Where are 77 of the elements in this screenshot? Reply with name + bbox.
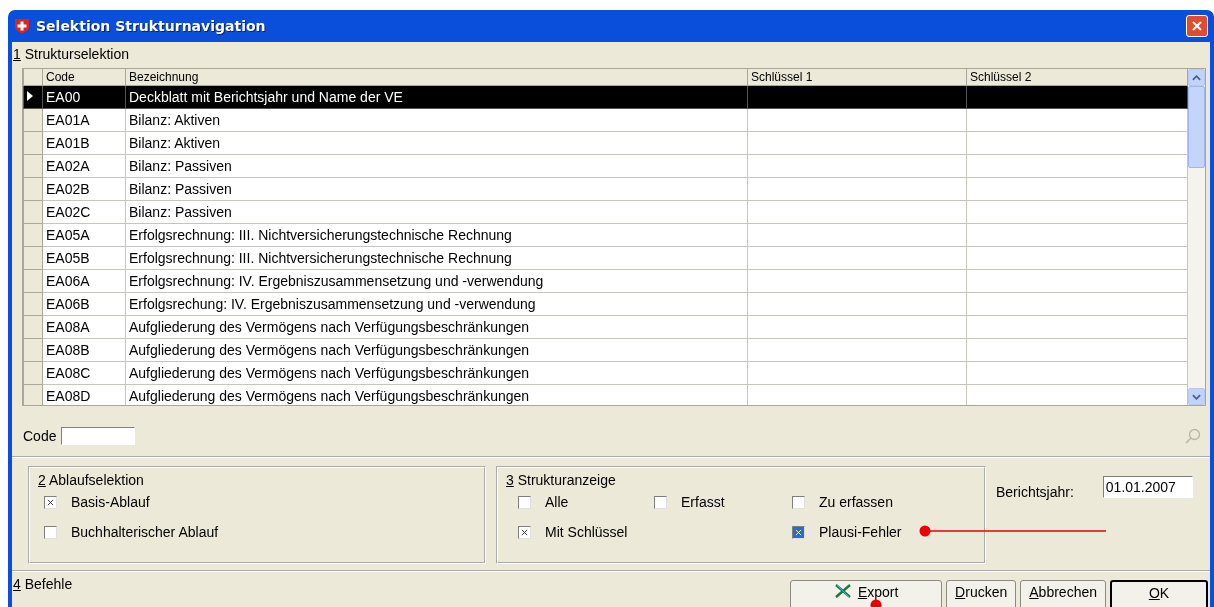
table-cell: Erfolgsrechnung: III. Nichtversicherungstechnische Rechnung — [125, 246, 748, 270]
cross-icon — [833, 584, 852, 598]
table-cell: Erfolgsrechnung: III. Nichtversicherungstechnische Rechnung — [125, 223, 748, 247]
checkbox[interactable]: Buchhalterischer Ablauf — [44, 524, 476, 540]
group-title: 3 Strukturanzeige — [506, 472, 617, 488]
table-cell: Bilanz: Passiven — [125, 200, 748, 224]
checkbox[interactable]: Mit Schlüssel — [518, 524, 654, 540]
field-label: Code — [23, 428, 57, 444]
checkbox[interactable]: Alle — [518, 494, 654, 510]
table-row[interactable]: EA02A Bilanz: Passiven — [23, 154, 1188, 178]
ok-button[interactable]: OK — [1110, 580, 1208, 607]
section-title: 1 Strukturselektion — [12, 45, 130, 64]
table-cell: EA05A — [42, 223, 126, 247]
table-cell: EA02C — [42, 200, 126, 224]
table-cell: EA08B — [42, 338, 126, 362]
close-icon — [1191, 20, 1203, 32]
column-header[interactable]: Code — [42, 69, 126, 86]
table-cell: EA06A — [42, 269, 126, 293]
column-header[interactable]: Schlüssel 1 — [747, 69, 967, 86]
table-cell: Deckblatt mit Berichtsjahr und Name der VE — [125, 85, 748, 109]
table-cell: Erfolgsrechung: IV. Ergebniszusammensetzung und -verwendung — [125, 292, 748, 316]
table-row[interactable]: EA08A Aufgliederung des Vermögens nach Verfügungsbeschränkungen — [23, 315, 1188, 339]
date-input[interactable]: 01.01.2007 — [1102, 476, 1193, 498]
table-row[interactable]: EA06A Erfolgsrechnung: IV. Ergebniszusammensetzung und -verwendung — [23, 269, 1188, 293]
table-cell: EA05B — [42, 246, 126, 270]
table-cell: EA01A — [42, 108, 126, 132]
code-input[interactable] — [61, 427, 136, 445]
scroll-up-button[interactable] — [1188, 69, 1205, 86]
table-row[interactable]: EA00 Deckblatt mit Berichtsjahr und Name der VE — [23, 85, 1188, 109]
cross-mark-icon — [47, 498, 54, 506]
command-button[interactable]: Export — [790, 580, 943, 607]
swiss-flag-icon — [14, 18, 30, 34]
table-cell: EA01B — [42, 131, 126, 155]
chevron-down-icon — [1192, 393, 1201, 400]
cross-mark-icon — [795, 528, 802, 536]
table-cell: Erfolgsrechnung: IV. Ergebniszusammensetzung und -verwendung — [125, 269, 748, 293]
close-button[interactable] — [1186, 15, 1208, 37]
vertical-scrollbar[interactable] — [1188, 69, 1205, 405]
table-row[interactable]: EA08B Aufgliederung des Vermögens nach Verfügungsbeschränkungen — [23, 338, 1188, 362]
table-row[interactable]: EA01A Bilanz: Aktiven — [23, 108, 1188, 132]
table-cell: EA08C — [42, 361, 126, 385]
table-cell: Bilanz: Aktiven — [125, 131, 748, 155]
table-row[interactable]: EA01B Bilanz: Aktiven — [23, 131, 1188, 155]
row-pointer-icon — [26, 90, 34, 102]
table-cell: Aufgliederung des Vermögens nach Verfügungsbeschränkungen — [125, 361, 748, 385]
column-header[interactable]: Bezeichnung — [125, 69, 748, 86]
table-cell: Bilanz: Passiven — [125, 154, 748, 178]
column-header[interactable]: Schlüssel 2 — [966, 69, 1188, 86]
scroll-down-button[interactable] — [1188, 388, 1205, 405]
window-title: Selektion Strukturnavigation — [36, 18, 267, 34]
table-row[interactable]: EA08D Aufgliederung des Vermögens nach Verfügungsbeschränkungen — [23, 384, 1188, 405]
table-row[interactable]: EA02C Bilanz: Passiven — [23, 200, 1188, 224]
table-cell: EA06B — [42, 292, 126, 316]
table-cell: Aufgliederung des Vermögens nach Verfügungsbeschränkungen — [125, 338, 748, 362]
command-button[interactable]: Drucken — [946, 580, 1017, 607]
table-row[interactable]: EA06B Erfolgsrechung: IV. Ergebniszusammensetzung und -verwendung — [23, 292, 1188, 316]
checkbox[interactable]: Zu erfassen — [792, 494, 942, 510]
group-title: 2 Ablaufselektion — [38, 472, 145, 488]
checkbox[interactable]: Basis-Ablauf — [44, 494, 476, 510]
checkbox[interactable]: Plausi-Fehler — [792, 524, 942, 540]
checkbox[interactable]: Erfasst — [654, 494, 792, 510]
table-cell: Bilanz: Aktiven — [125, 108, 748, 132]
table-cell: Bilanz: Passiven — [125, 177, 748, 201]
table-cell: Aufgliederung des Vermögens nach Verfügungsbeschränkungen — [125, 315, 748, 339]
table-row[interactable]: EA05B Erfolgsrechnung: III. Nichtversicherungstechnische Rechnung — [23, 246, 1188, 270]
chevron-up-icon — [1192, 74, 1201, 81]
cross-mark-icon — [521, 528, 528, 536]
field-label: Berichtsjahr: — [996, 483, 1074, 502]
section-title: 4 Befehle — [12, 575, 73, 594]
table-row[interactable]: EA05A Erfolgsrechnung: III. Nichtversicherungstechnische Rechnung — [23, 223, 1188, 247]
table-cell: EA08A — [42, 315, 126, 339]
table-cell: EA02B — [42, 177, 126, 201]
command-button[interactable]: Abbrechen — [1020, 580, 1106, 607]
scroll-thumb[interactable] — [1188, 86, 1205, 168]
table-row[interactable]: EA02B Bilanz: Passiven — [23, 177, 1188, 201]
table-cell: EA02A — [42, 154, 126, 178]
table-row[interactable]: EA08C Aufgliederung des Vermögens nach Verfügungsbeschränkungen — [23, 361, 1188, 385]
